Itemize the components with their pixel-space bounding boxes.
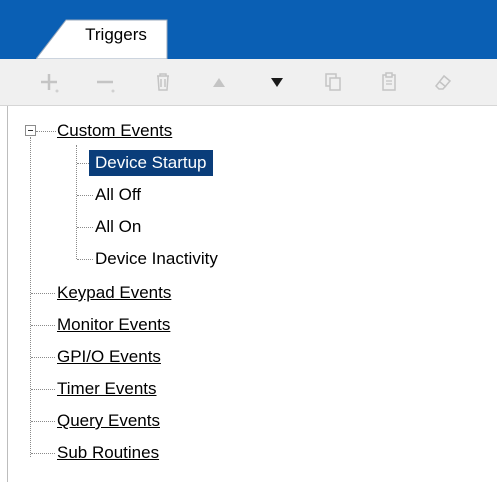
trash-icon <box>157 73 169 91</box>
tree-line <box>31 357 55 358</box>
tree-node-custom-events[interactable]: Custom Events <box>57 118 172 144</box>
tree-line <box>36 131 56 132</box>
tree-line <box>31 389 55 390</box>
tree-line <box>31 325 55 326</box>
tree-node-device-startup[interactable]: Device Startup <box>89 150 213 176</box>
tree-node-keypad-events[interactable]: Keypad Events <box>57 280 171 306</box>
tree-line <box>31 421 55 422</box>
tree-line <box>77 259 93 260</box>
move-down-button[interactable] <box>260 65 294 99</box>
eraser-icon <box>434 74 452 90</box>
toolbar <box>0 59 497 106</box>
tree-line <box>77 195 93 196</box>
delete-button[interactable] <box>146 65 180 99</box>
copy-icon <box>325 73 341 91</box>
tab-label: Triggers <box>85 25 147 44</box>
tab-strip: Triggers <box>0 0 497 59</box>
tree-node-query-events[interactable]: Query Events <box>57 408 160 434</box>
tree-line <box>30 137 31 457</box>
eraser-button[interactable] <box>426 65 460 99</box>
tree-node-monitor-events[interactable]: Monitor Events <box>57 312 170 338</box>
triangle-down-icon <box>271 78 283 87</box>
remove-button[interactable] <box>88 65 122 99</box>
tab-triggers[interactable]: Triggers <box>36 19 169 59</box>
tree-node-sub-routines[interactable]: Sub Routines <box>57 440 159 466</box>
copy-button[interactable] <box>316 65 350 99</box>
tree-line <box>77 163 89 164</box>
tree-left-border <box>7 106 8 482</box>
minus-icon <box>97 80 115 93</box>
tree-node-all-on[interactable]: All On <box>95 214 141 240</box>
tree-node-gpio-events[interactable]: GPI/O Events <box>57 344 161 370</box>
tree-node-device-inactivity[interactable]: Device Inactivity <box>95 246 218 272</box>
tree-line <box>31 293 55 294</box>
tree-line <box>77 227 93 228</box>
plus-icon <box>41 74 59 93</box>
tree-node-timer-events[interactable]: Timer Events <box>57 376 157 402</box>
paste-icon <box>382 72 396 91</box>
collapse-toggle[interactable] <box>25 125 36 136</box>
tree-line <box>31 453 55 454</box>
tree-node-all-off[interactable]: All Off <box>95 182 141 208</box>
triangle-up-icon <box>213 78 225 87</box>
paste-button[interactable] <box>372 65 406 99</box>
move-up-button[interactable] <box>202 65 236 99</box>
add-button[interactable] <box>32 65 66 99</box>
